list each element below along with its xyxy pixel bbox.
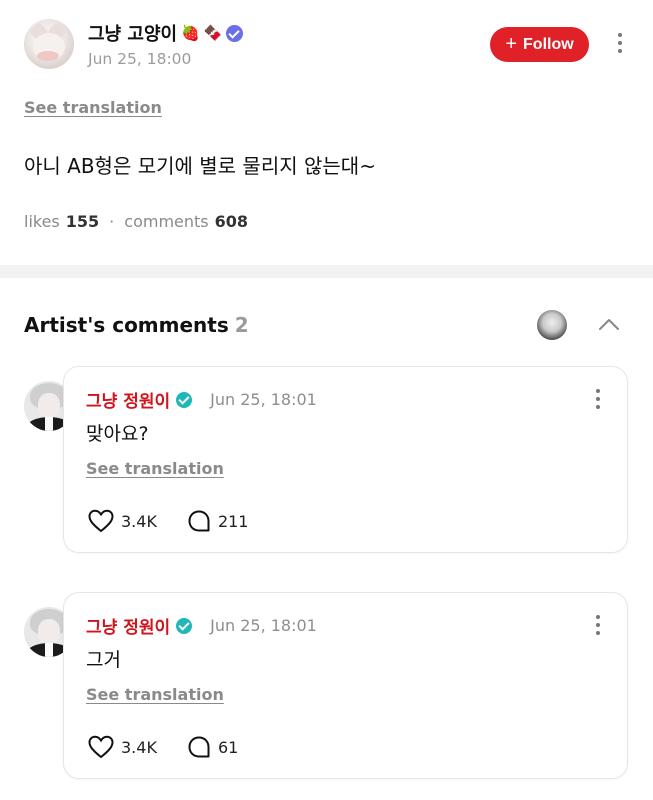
comments-label: comments: [124, 212, 209, 231]
follow-button[interactable]: + Follow: [490, 27, 589, 62]
comment-text: 그거: [86, 649, 121, 671]
section-divider: [0, 265, 653, 278]
post-author-name[interactable]: 그냥 고양이: [88, 20, 177, 46]
comment-author-row: 그냥 정원이 Jun 25, 18:01: [86, 387, 317, 412]
chocolate-emoji: 🍫: [203, 23, 223, 42]
like-count: 3.4K: [121, 511, 157, 531]
comment-timestamp: Jun 25, 18:01: [210, 616, 317, 635]
artist-comments-header: Artist's comments 2: [24, 313, 249, 337]
comment-bubble-icon: [188, 510, 210, 532]
follow-label: Follow: [523, 35, 574, 53]
comment-bubble-icon: [188, 736, 210, 758]
post-timestamp: Jun 25, 18:00: [88, 50, 192, 68]
post-stats: likes 155 · comments 608: [24, 212, 248, 231]
like-button[interactable]: 3.4K: [88, 735, 157, 759]
comments-count[interactable]: 608: [215, 212, 248, 231]
comment-actions: 3.4K 211: [88, 509, 248, 533]
heart-icon: [88, 509, 114, 533]
post-author-avatar[interactable]: [24, 19, 74, 69]
reply-count: 61: [217, 737, 239, 757]
comment-author-row: 그냥 정원이 Jun 25, 18:01: [86, 613, 317, 638]
post-text: 아니 AB형은 모기에 별로 물리지 않는대~: [24, 154, 376, 178]
heart-icon: [88, 735, 114, 759]
post: 그냥 고양이 🍓 🍫 Jun 25, 18:00 + Follow See tr…: [0, 0, 653, 265]
artist-avatar-small[interactable]: [537, 310, 567, 340]
post-author-row: 그냥 고양이 🍓 🍫: [88, 20, 244, 46]
verified-badge-icon: [226, 24, 244, 42]
verified-badge-icon: [176, 391, 193, 408]
artist-comment-card: 그냥 정원이 Jun 25, 18:01 맞아요? See translatio…: [63, 366, 628, 553]
comment-text: 맞아요?: [86, 423, 149, 445]
chevron-up-icon[interactable]: [598, 318, 620, 330]
plus-icon: +: [505, 32, 518, 55]
reply-button[interactable]: 211: [187, 509, 249, 533]
comment-author-name[interactable]: 그냥 정원이: [86, 613, 170, 638]
more-vertical-icon[interactable]: [596, 615, 600, 635]
comment-actions: 3.4K 61: [88, 735, 238, 759]
strawberry-emoji: 🍓: [181, 23, 200, 42]
artist-comments-count: 2: [234, 313, 249, 337]
reply-button[interactable]: 61: [187, 735, 238, 759]
like-count: 3.4K: [121, 737, 157, 757]
comment-see-translation-link[interactable]: See translation: [86, 459, 224, 478]
likes-count[interactable]: 155: [66, 212, 99, 231]
comment-see-translation-link[interactable]: See translation: [86, 685, 224, 704]
more-vertical-icon[interactable]: [618, 33, 622, 53]
comment-author-name[interactable]: 그냥 정원이: [86, 387, 170, 412]
stats-separator: ·: [109, 212, 115, 231]
comment-timestamp: Jun 25, 18:01: [210, 390, 317, 409]
likes-label: likes: [24, 212, 60, 231]
post-see-translation-link[interactable]: See translation: [24, 98, 162, 117]
artist-comment-card: 그냥 정원이 Jun 25, 18:01 그거 See translation …: [63, 592, 628, 779]
reply-count: 211: [217, 511, 249, 531]
verified-badge-icon: [176, 617, 193, 634]
like-button[interactable]: 3.4K: [88, 509, 157, 533]
more-vertical-icon[interactable]: [596, 389, 600, 409]
artist-comments-title: Artist's comments: [24, 313, 229, 337]
